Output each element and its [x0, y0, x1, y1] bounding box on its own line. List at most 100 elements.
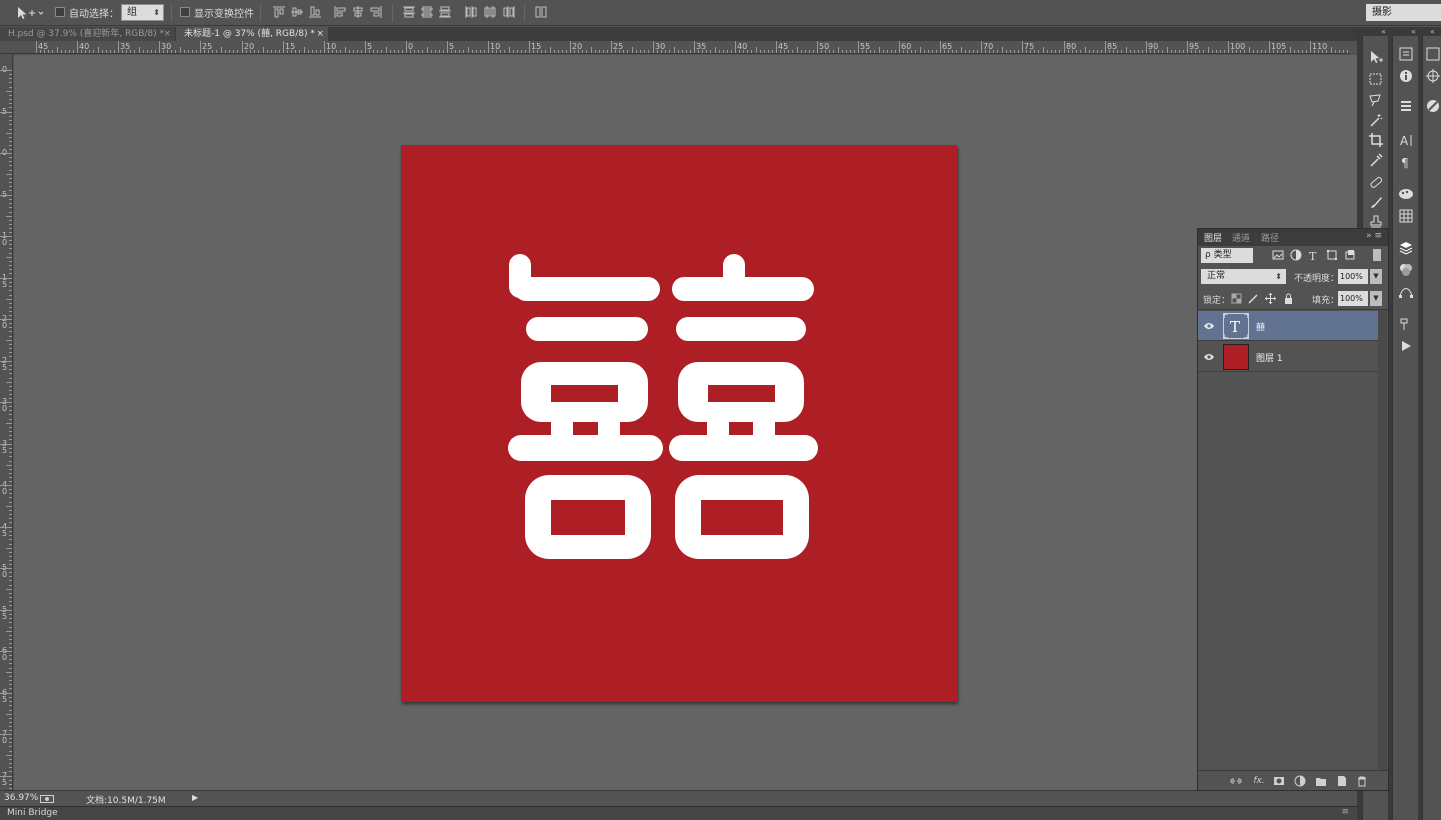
align-vcenter-icon[interactable]	[290, 5, 304, 19]
ruler-tick	[973, 50, 974, 53]
distribute-left-icon[interactable]	[464, 5, 478, 19]
crop-tool-icon[interactable]	[1368, 132, 1384, 148]
auto-align-icon[interactable]	[534, 5, 548, 19]
ruler-tick	[9, 510, 12, 511]
tab-layers[interactable]: 图层	[1204, 231, 1222, 244]
align-right-icon[interactable]	[369, 5, 383, 19]
fx-icon[interactable]: fx.	[1253, 775, 1265, 787]
auto-select-dropdown[interactable]: 组 ⬍	[121, 4, 164, 21]
healing-brush-tool-icon[interactable]	[1368, 174, 1384, 190]
ruler-tick	[237, 50, 238, 53]
distribute-bottom-icon[interactable]	[438, 5, 452, 19]
filter-shape-icon[interactable]	[1326, 249, 1338, 261]
tab-channels[interactable]: 通道	[1232, 231, 1250, 244]
canvas-area[interactable]	[14, 55, 1357, 790]
align-top-icon[interactable]	[272, 5, 286, 19]
align-bottom-icon[interactable]	[308, 5, 322, 19]
layer-name[interactable]: 图层 1	[1256, 351, 1283, 364]
navigator-panel-icon[interactable]	[1425, 68, 1441, 84]
ruler-tick	[719, 50, 720, 53]
folder-icon[interactable]	[1315, 775, 1327, 787]
filter-adjustment-icon[interactable]	[1290, 249, 1302, 261]
close-icon[interactable]: ×	[163, 27, 171, 41]
layers-scrollbar[interactable]	[1378, 310, 1387, 770]
filter-toggle[interactable]	[1373, 249, 1381, 261]
collapse-panels2-icon[interactable]: «	[1430, 27, 1435, 36]
adjustment-icon[interactable]	[1294, 775, 1306, 787]
mask-icon[interactable]	[1273, 775, 1285, 787]
ruler-tick	[1224, 50, 1225, 53]
opacity-slider-toggle[interactable]: ▼	[1370, 269, 1382, 284]
zoom-level[interactable]: 36.97%	[4, 793, 38, 803]
paths-panel-icon[interactable]	[1398, 284, 1414, 300]
brush-preset-panel-icon[interactable]	[1398, 316, 1414, 332]
distribute-hcenter-icon[interactable]	[483, 5, 497, 19]
auto-select-checkbox[interactable]	[55, 7, 65, 17]
ruler-tick	[9, 331, 12, 332]
properties-panel-icon[interactable]	[1398, 98, 1414, 114]
channels-panel-icon[interactable]	[1398, 262, 1414, 278]
lock-position-icon[interactable]	[1265, 293, 1276, 304]
visibility-eye-icon[interactable]	[1203, 320, 1215, 332]
document-canvas[interactable]	[401, 145, 957, 702]
info-panel-icon[interactable]	[1398, 68, 1414, 84]
close-icon[interactable]: ×	[316, 27, 324, 41]
styles-panel-icon[interactable]	[1425, 98, 1441, 114]
lock-all-icon[interactable]	[1283, 293, 1294, 304]
ruler-tick	[9, 763, 12, 764]
filter-type-icon[interactable]: T	[1308, 249, 1320, 261]
paragraph-panel-icon[interactable]: ¶	[1398, 154, 1414, 170]
collapse-tools-icon[interactable]: «	[1381, 27, 1386, 36]
ruler-tick	[702, 50, 703, 53]
fill-input[interactable]: 100%	[1338, 291, 1368, 306]
brush-tool-icon[interactable]	[1368, 194, 1384, 210]
distribute-vcenter-icon[interactable]	[420, 5, 434, 19]
lock-pixels-icon[interactable]	[1248, 293, 1259, 304]
adjustments-panel-icon[interactable]	[1425, 46, 1441, 62]
eyedropper-tool-icon[interactable]	[1368, 152, 1384, 168]
move-tool-icon[interactable]	[1368, 50, 1384, 66]
show-transform-checkbox[interactable]	[180, 7, 190, 17]
tab-paths[interactable]: 路径	[1261, 231, 1279, 244]
layers-panel-icon[interactable]	[1398, 240, 1414, 256]
distribute-right-icon[interactable]	[502, 5, 516, 19]
fill-slider-toggle[interactable]: ▼	[1370, 291, 1382, 306]
panel-menu-icon[interactable]: ≡	[1341, 807, 1349, 817]
tab-h-psd[interactable]: H.psd @ 37.9% (喜迎新年, RGB/8) * ×	[0, 27, 175, 41]
link-icon[interactable]	[1230, 775, 1242, 787]
new-layer-icon[interactable]	[1336, 775, 1348, 787]
color-panel-icon[interactable]	[1398, 186, 1414, 202]
visibility-eye-icon[interactable]	[1203, 351, 1215, 363]
vertical-ruler[interactable]: 05051015202530354045505560657075	[0, 54, 13, 790]
layer-row-layer-1[interactable]: 图层 1	[1198, 342, 1378, 372]
lock-transparent-icon[interactable]	[1231, 293, 1242, 304]
trash-icon[interactable]	[1356, 775, 1368, 787]
layer-row-text[interactable]: T 囍	[1198, 311, 1378, 341]
history-panel-icon[interactable]	[1398, 46, 1414, 62]
actions-panel-icon[interactable]	[1398, 338, 1414, 354]
horizontal-ruler[interactable]: 45 40 35 30 25 20 15 10 5 0 5 10 15 20 25 30 35 40 45 50 55 6…	[0, 41, 1350, 54]
collapse-panels-icon[interactable]: «	[1411, 27, 1416, 36]
ruler-label: 15	[2, 274, 8, 289]
blend-mode-dropdown[interactable]: 正常 ⬍	[1201, 269, 1286, 284]
distribute-top-icon[interactable]	[402, 5, 416, 19]
layer-filter-dropdown[interactable]: ρ 类型	[1201, 248, 1253, 263]
align-hcenter-icon[interactable]	[351, 5, 365, 19]
mini-bridge-tab[interactable]: Mini Bridge	[7, 808, 58, 818]
ruler-tick	[0, 527, 12, 528]
tool-preset-picker[interactable]	[14, 5, 44, 21]
opacity-input[interactable]: 100%	[1338, 269, 1368, 284]
status-menu-arrow-icon[interactable]: ▶	[192, 793, 198, 802]
panel-menu-icon[interactable]: » ≡	[1366, 231, 1382, 241]
layer-name[interactable]: 囍	[1256, 320, 1265, 333]
filter-smart-object-icon[interactable]	[1344, 249, 1356, 261]
swatches-panel-icon[interactable]	[1398, 208, 1414, 224]
align-left-icon[interactable]	[333, 5, 347, 19]
magic-wand-tool-icon[interactable]	[1368, 112, 1384, 128]
tab-untitled-1[interactable]: 未标题-1 @ 37% (囍, RGB/8) * ×	[176, 27, 328, 41]
filter-pixel-icon[interactable]	[1272, 249, 1284, 261]
marquee-tool-icon[interactable]	[1368, 71, 1384, 87]
lasso-tool-icon[interactable]	[1368, 92, 1384, 108]
workspace-switcher[interactable]: 摄影	[1366, 4, 1441, 21]
character-panel-icon[interactable]: A	[1398, 132, 1414, 148]
